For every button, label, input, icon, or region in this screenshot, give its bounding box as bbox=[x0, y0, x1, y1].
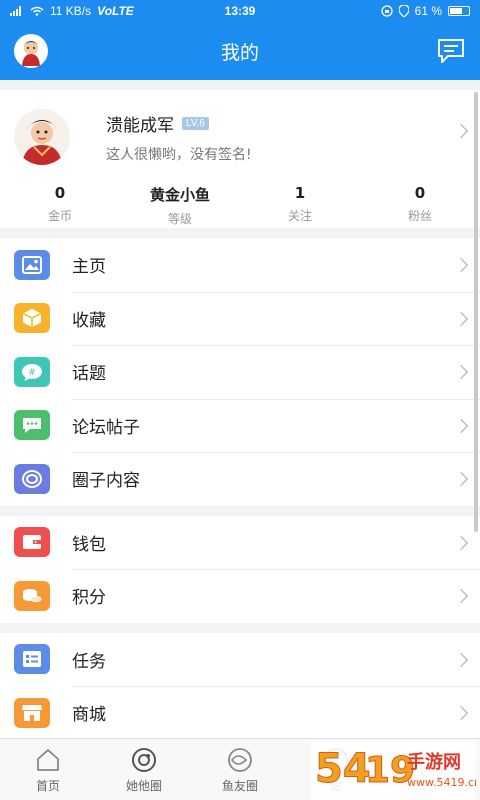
tab-fish-friends[interactable]: 鱼友圈 bbox=[192, 739, 288, 800]
chevron-right-icon bbox=[453, 311, 469, 326]
profile-card[interactable]: 溃能成军 LV.6 这人很懒哟，没有签名! 0 金币 黄金小鱼 等级 1 关注 … bbox=[0, 90, 480, 228]
menu-item-label: 收藏 bbox=[72, 310, 106, 331]
chevron-right-icon bbox=[453, 418, 469, 433]
tab-label: 她他圈 bbox=[125, 778, 162, 793]
menu-item-wallet[interactable]: 钱包 bbox=[0, 516, 480, 570]
stat-coins[interactable]: 0 金币 bbox=[0, 184, 120, 227]
chevron-right-icon bbox=[453, 588, 469, 604]
ring-icon bbox=[132, 747, 156, 772]
store-icon bbox=[14, 697, 50, 728]
chevron-right-icon bbox=[453, 123, 469, 139]
stat-level[interactable]: 黄金小鱼 等级 bbox=[120, 184, 240, 227]
svg-text:54: 54 bbox=[315, 746, 371, 792]
coins-icon bbox=[14, 580, 50, 611]
topic-icon: # bbox=[14, 356, 50, 387]
profile-avatar[interactable] bbox=[14, 109, 70, 165]
volte-label: VoLTE bbox=[97, 4, 134, 18]
status-bar: 11 KB/s VoLTE 13:39 61 % bbox=[0, 0, 480, 22]
message-button[interactable] bbox=[436, 37, 466, 65]
menu-group-content: 主页 收藏 # 话题 论坛帖子 圈子内容 bbox=[0, 238, 480, 506]
network-speed: 11 KB/s bbox=[50, 4, 92, 18]
menu-item-label: 钱包 bbox=[72, 534, 106, 555]
scrollbar[interactable] bbox=[474, 92, 478, 532]
chevron-right-icon bbox=[453, 471, 469, 487]
chat-icon bbox=[14, 410, 50, 441]
menu-item-points[interactable]: 积分 bbox=[0, 569, 480, 623]
message-icon bbox=[438, 39, 464, 63]
menu-item-topics[interactable]: # 话题 bbox=[0, 345, 480, 399]
home-icon bbox=[37, 748, 59, 771]
signal-icon bbox=[10, 6, 21, 16]
chevron-right-icon bbox=[453, 705, 469, 721]
stat-label: 粉丝 bbox=[407, 209, 432, 223]
level-badge: LV.6 bbox=[182, 116, 209, 130]
stat-label: 等级 bbox=[167, 212, 192, 226]
menu-item-label: 任务 bbox=[72, 651, 106, 672]
chevron-right-icon bbox=[453, 364, 469, 380]
stat-value: 0 bbox=[414, 184, 426, 202]
chevron-right-icon bbox=[453, 652, 469, 667]
character-avatar-icon bbox=[14, 109, 70, 165]
tab-home[interactable]: 首页 bbox=[0, 739, 96, 800]
battery-icon bbox=[448, 6, 470, 16]
image-icon bbox=[14, 249, 50, 280]
menu-item-circle-content[interactable]: 圈子内容 bbox=[0, 452, 480, 506]
chevron-right-icon bbox=[453, 257, 469, 273]
svg-text:#: # bbox=[28, 368, 36, 378]
stat-label: 关注 bbox=[287, 209, 312, 223]
location-icon bbox=[398, 5, 409, 17]
svg-text:www.5419.cn: www.5419.cn bbox=[407, 776, 476, 789]
tab-her-his-circle[interactable]: 她他圈 bbox=[96, 739, 192, 800]
page-title: 我的 bbox=[220, 41, 259, 64]
stat-followers[interactable]: 0 粉丝 bbox=[360, 184, 480, 227]
signature: 这人很懒哟，没有签名! bbox=[106, 146, 252, 163]
wallet-icon bbox=[14, 527, 50, 558]
fish-circle-icon bbox=[228, 747, 252, 772]
menu-item-label: 商城 bbox=[72, 705, 106, 726]
menu-item-forum-posts[interactable]: 论坛帖子 bbox=[0, 398, 480, 453]
menu-item-label: 主页 bbox=[72, 257, 106, 278]
stat-following[interactable]: 1 关注 bbox=[240, 184, 360, 227]
chevron-right-icon bbox=[453, 535, 469, 550]
app-header: 我的 bbox=[0, 22, 480, 80]
menu-item-label: 论坛帖子 bbox=[72, 417, 140, 438]
menu-item-label: 话题 bbox=[72, 364, 106, 385]
tab-label: 鱼友圈 bbox=[221, 778, 258, 793]
username: 溃能成军 bbox=[106, 115, 174, 136]
stat-label: 金币 bbox=[47, 209, 72, 223]
task-icon bbox=[14, 644, 50, 675]
svg-text:手游网: 手游网 bbox=[407, 751, 461, 773]
menu-group-finance: 钱包 积分 bbox=[0, 515, 480, 623]
character-avatar-icon bbox=[22, 41, 40, 66]
menu-item-store[interactable]: 商城 bbox=[0, 686, 480, 740]
profile-stats: 0 金币 黄金小鱼 等级 1 关注 0 粉丝 bbox=[0, 172, 480, 227]
wifi-icon bbox=[30, 6, 44, 16]
tab-label: 首页 bbox=[35, 778, 60, 793]
stat-value: 1 bbox=[294, 184, 306, 202]
lock-rotation-icon bbox=[380, 5, 393, 17]
menu-item-favorites[interactable]: 收藏 bbox=[0, 291, 480, 346]
battery-percent: 61 % bbox=[414, 4, 442, 18]
menu-item-label: 圈子内容 bbox=[72, 471, 140, 492]
circle-icon bbox=[14, 463, 50, 494]
stat-value: 0 bbox=[54, 184, 66, 202]
stat-value: 黄金小鱼 bbox=[149, 186, 210, 204]
menu-item-label: 积分 bbox=[72, 588, 106, 609]
menu-item-home[interactable]: 主页 bbox=[0, 238, 480, 292]
header-avatar[interactable] bbox=[14, 34, 48, 68]
menu-item-tasks[interactable]: 任务 bbox=[0, 633, 480, 687]
menu-group-tasks: 任务 商城 bbox=[0, 632, 480, 740]
box-icon bbox=[14, 303, 50, 334]
watermark-logo: 54 19 手游网 www.5419.cn bbox=[311, 740, 476, 800]
